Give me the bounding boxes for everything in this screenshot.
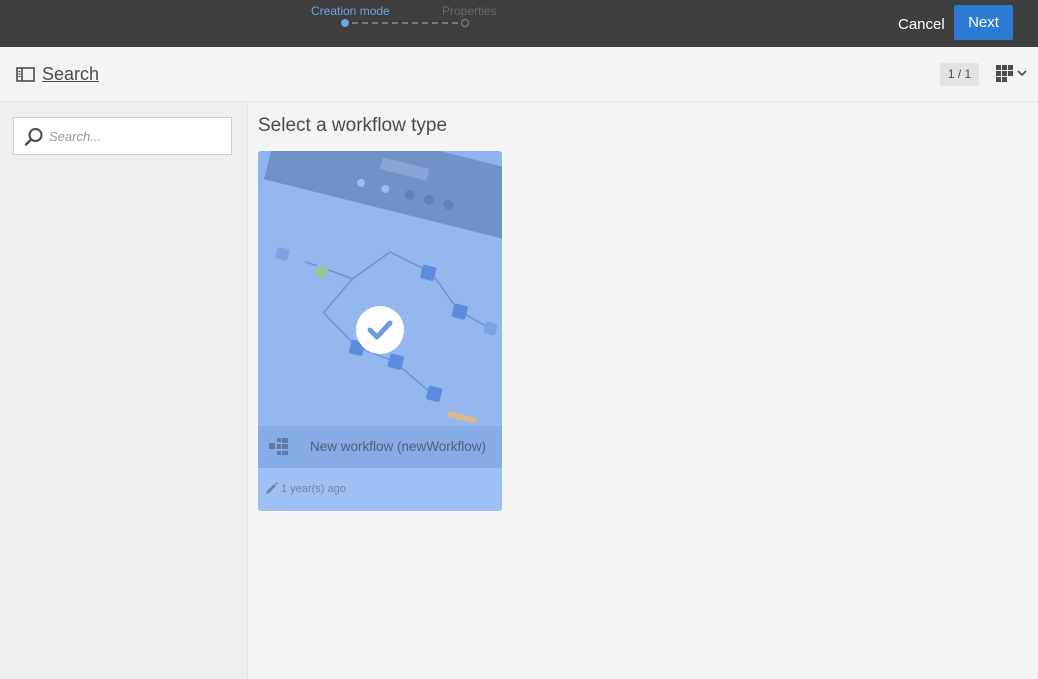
cancel-button[interactable]: Cancel (890, 8, 953, 40)
step-progress-line (352, 22, 458, 24)
page-title: Select a workflow type (258, 115, 448, 136)
step-properties-dot[interactable] (461, 19, 469, 27)
workflow-card-title: New workflow (newWorkflow) (310, 439, 487, 454)
card-footer: 1 year(s) ago (258, 468, 502, 511)
list-header: Search 1 / 1 (0, 47, 1038, 102)
selected-check-icon (356, 306, 404, 354)
page-counter: 1 / 1 (940, 63, 979, 86)
pencil-icon (265, 482, 278, 500)
workflow-card[interactable]: New workflow (newWorkflow) 1 year(s) ago (258, 151, 502, 511)
card-caption: New workflow (newWorkflow) (258, 426, 502, 468)
step-creation-mode-label[interactable]: Creation mode (311, 4, 390, 18)
search-toggle-link[interactable]: Search (42, 64, 99, 85)
card-modified-time: 1 year(s) ago (281, 483, 346, 495)
grid-view-icon[interactable] (995, 64, 1029, 86)
toggle-panel-icon[interactable] (16, 67, 35, 87)
wizard-bar: Creation mode Properties Cancel Next (0, 0, 1038, 47)
search-input[interactable] (49, 118, 224, 154)
filter-panel (0, 102, 248, 679)
search-icon (24, 127, 44, 152)
next-button[interactable]: Next (954, 5, 1013, 40)
step-creation-mode-dot[interactable] (341, 19, 349, 27)
search-box[interactable] (13, 117, 232, 155)
step-properties-label[interactable]: Properties (442, 4, 497, 18)
workflow-icon (269, 438, 289, 461)
